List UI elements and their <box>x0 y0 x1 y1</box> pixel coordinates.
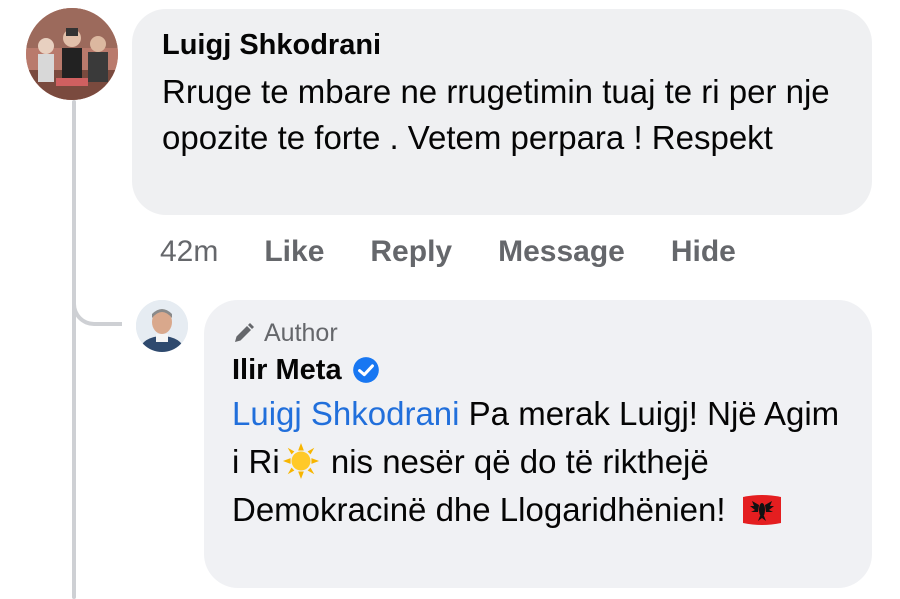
avatar-photo-icon <box>26 8 118 100</box>
sun-emoji-icon <box>282 442 319 480</box>
comment-text: Rruge te mbare ne rrugetimin tuaj te ri … <box>162 73 830 156</box>
reply-bubble: Author Ilir Meta Luigj Shkodrani Pa mera… <box>204 300 872 588</box>
comment-bubble: Luigj Shkodrani Rruge te mbare ne rruget… <box>132 9 872 215</box>
reply-button[interactable]: Reply <box>370 232 452 272</box>
commenter-avatar[interactable] <box>26 8 118 100</box>
comment-timestamp[interactable]: 42m <box>160 232 218 272</box>
albania-flag-icon <box>742 495 781 525</box>
thread-line <box>72 100 76 599</box>
author-badge: Author <box>232 318 844 348</box>
pencil-icon <box>235 323 254 342</box>
like-button[interactable]: Like <box>264 232 324 272</box>
hide-button[interactable]: Hide <box>671 232 736 272</box>
reply-author-name[interactable]: Ilir Meta <box>232 352 342 388</box>
comment-actions-row: 42m Like Reply Message Hide <box>160 232 782 272</box>
comment-author-name[interactable]: Luigj Shkodrani <box>162 27 842 63</box>
verified-badge-icon <box>352 357 379 383</box>
avatar-photo-icon <box>136 300 188 352</box>
author-badge-label: Author <box>264 318 338 347</box>
reply-author-avatar[interactable] <box>136 300 188 352</box>
thread-connector <box>72 286 122 326</box>
mention-link[interactable]: Luigj Shkodrani <box>232 395 460 432</box>
reply-text: Luigj Shkodrani Pa merak Luigj! Një Agim… <box>232 390 844 534</box>
message-button[interactable]: Message <box>498 232 625 272</box>
